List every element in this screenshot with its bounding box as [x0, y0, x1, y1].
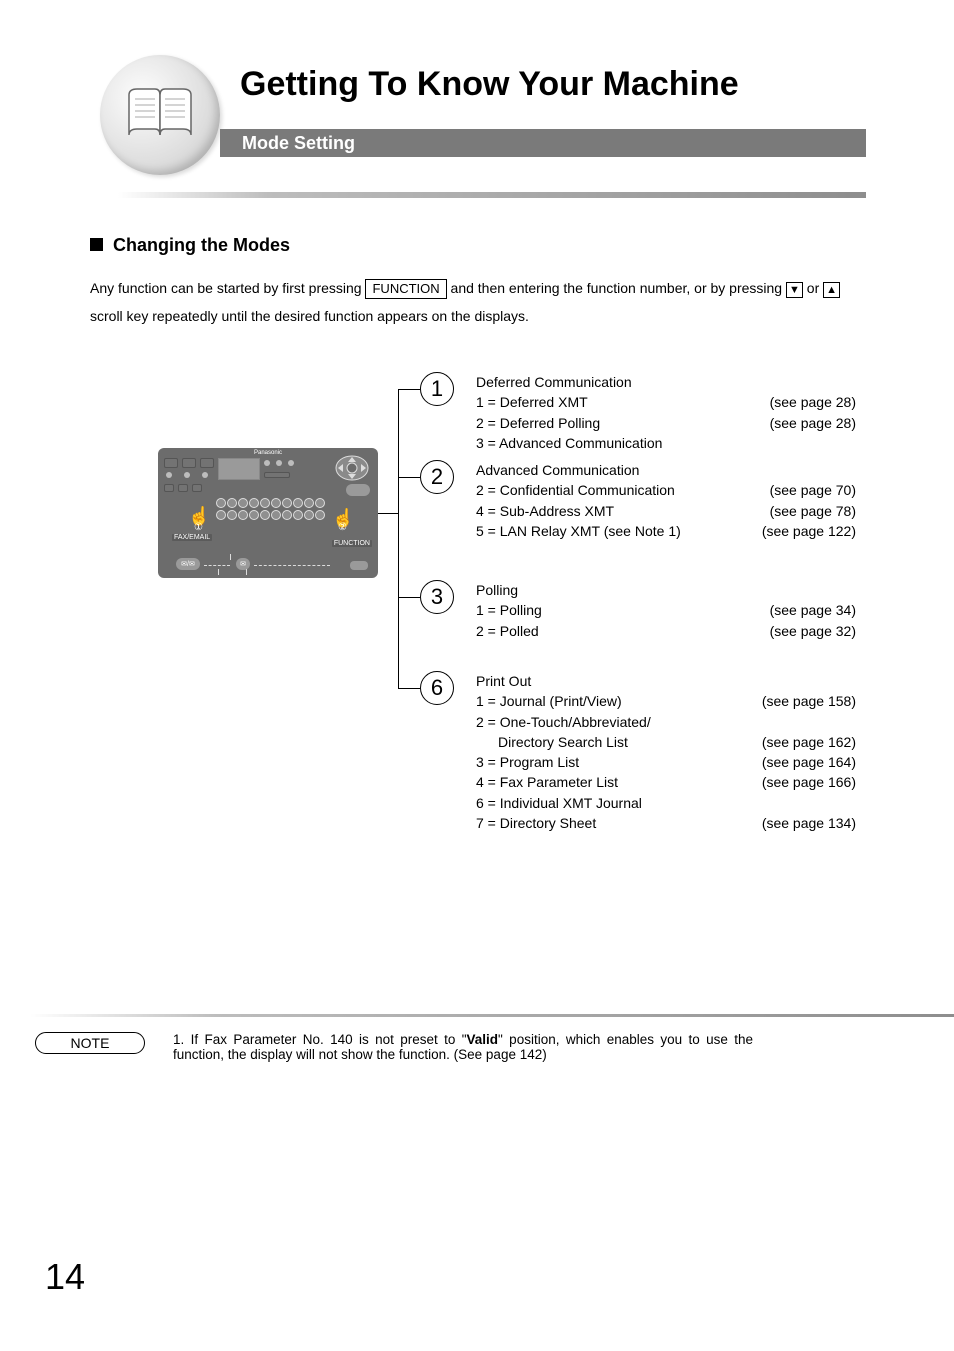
- node-6: 6: [420, 671, 454, 705]
- func-block-2: Advanced Communication 2 = Confidential …: [476, 460, 856, 541]
- panel-brand-label: Panasonic: [254, 450, 282, 456]
- nav-pad-icon: [334, 454, 370, 482]
- func-block-3: Polling 1 = Polling(see page 34) 2 = Pol…: [476, 580, 856, 641]
- down-arrow-key-icon: ▼: [786, 282, 803, 298]
- func-title: Print Out: [476, 671, 856, 691]
- fax-email-label: FAX/EMAIL: [172, 534, 212, 541]
- intro-text-1: Any function can be started by first pre…: [90, 280, 365, 296]
- mode-tree-diagram: Panasonic: [90, 372, 864, 842]
- panel-screen-icon: [218, 458, 260, 480]
- function-button-icon: [350, 561, 368, 570]
- func-title: Polling: [476, 580, 856, 600]
- node-1: 1: [420, 372, 454, 406]
- up-arrow-key-icon: ▲: [823, 282, 840, 298]
- control-panel-illustration: Panasonic: [158, 448, 378, 578]
- node-3: 3: [420, 580, 454, 614]
- callout-1-icon: ①: [194, 522, 203, 533]
- subsection-heading: Changing the Modes: [90, 235, 864, 256]
- node-2: 2: [420, 460, 454, 494]
- func-block-1: Deferred Communication 1 = Deferred XMT(…: [476, 372, 856, 453]
- note-row: NOTE 1. If Fax Parameter No. 140 is not …: [35, 1032, 954, 1062]
- intro-paragraph: Any function can be started by first pre…: [90, 274, 864, 330]
- note-text: 1. If Fax Parameter No. 140 is not prese…: [173, 1032, 753, 1062]
- note-badge: NOTE: [35, 1032, 145, 1054]
- chapter-title: Getting To Know Your Machine: [240, 65, 739, 104]
- page-number: 14: [45, 1256, 85, 1298]
- func-title: Deferred Communication: [476, 372, 856, 392]
- callout-2-icon: ②: [338, 522, 347, 533]
- intro-text-3: or: [807, 280, 823, 296]
- section-banner: Mode Setting: [220, 129, 866, 157]
- book-icon: [100, 55, 220, 175]
- function-key: FUNCTION: [365, 279, 446, 299]
- function-btn-label: FUNCTION: [332, 540, 372, 547]
- page-header: Getting To Know Your Machine Mode Settin…: [90, 55, 864, 181]
- divider-rule: [118, 192, 866, 198]
- func-title: Advanced Communication: [476, 460, 856, 480]
- intro-text-2: and then entering the function number, o…: [451, 280, 786, 296]
- note-divider-rule: [30, 1014, 954, 1017]
- intro-text-4: scroll key repeatedly until the desired …: [90, 308, 529, 324]
- func-block-6: Print Out 1 = Journal (Print/View)(see p…: [476, 671, 856, 833]
